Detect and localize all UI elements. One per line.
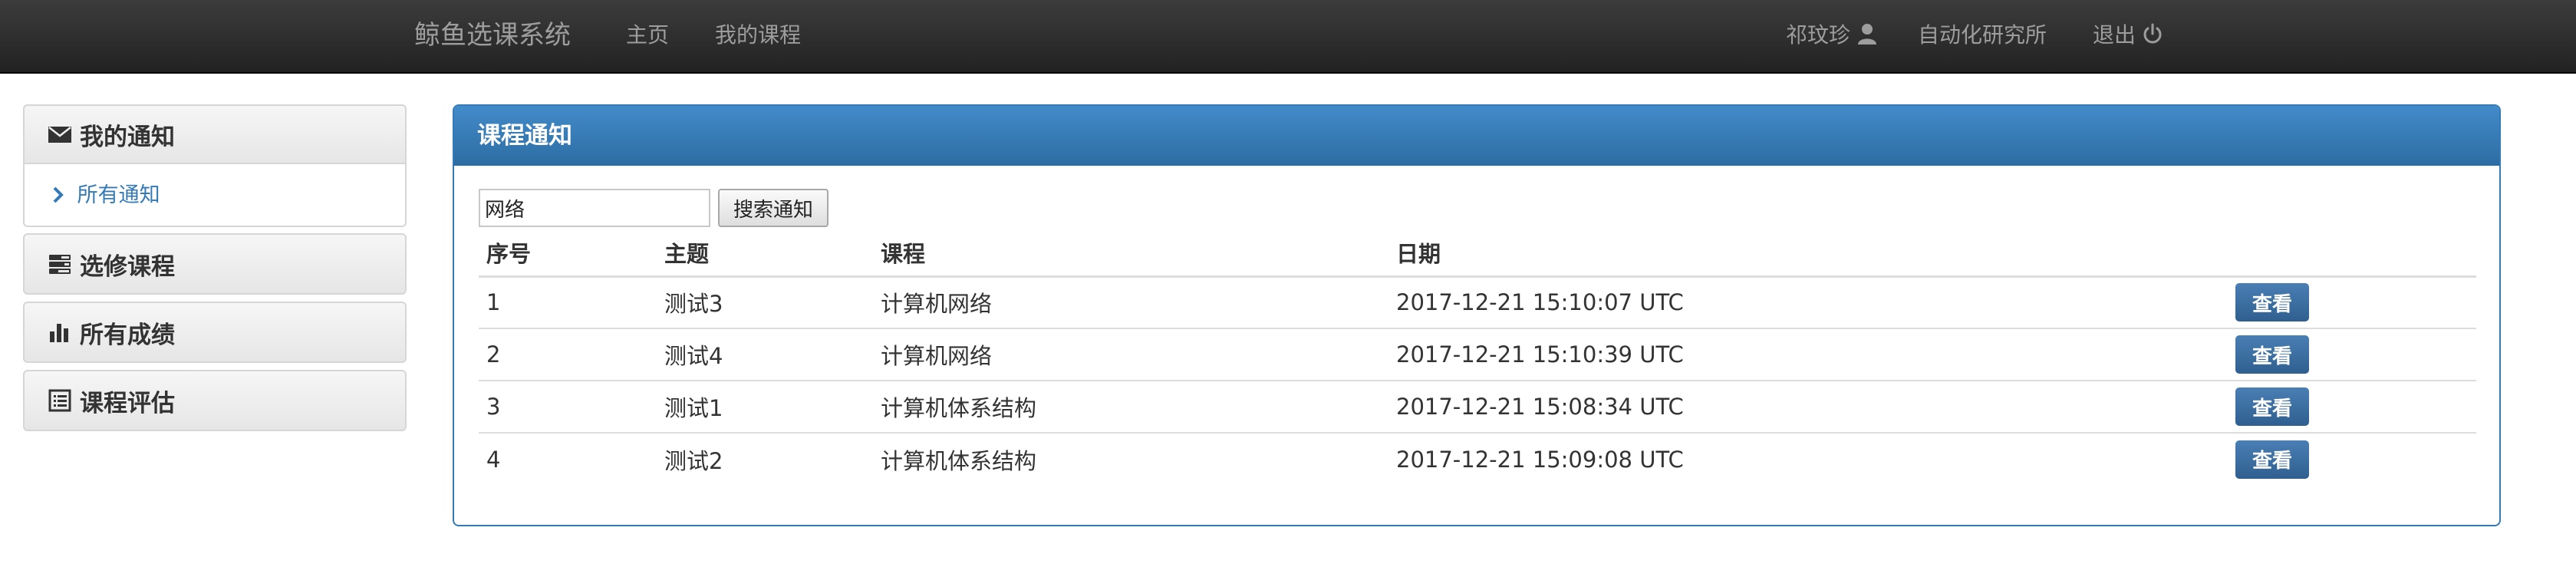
sidebar-item-label: 所有成绩 [80,321,175,349]
cell-course: 计算机网络 [873,275,1388,328]
cell-course: 计算机网络 [873,328,1388,381]
column-header-topic: 主题 [657,230,873,278]
nav-logout-link[interactable]: 退出 [2093,0,2163,74]
cell-action: 查看 [2228,328,2476,381]
sidebar-item-label: 课程评估 [80,389,175,417]
table-row: 1 测试3 计算机网络 2017-12-21 15:10:07 UTC 查看 [479,275,2476,328]
view-button[interactable]: 查看 [2235,335,2309,374]
sidebar-item-label: 我的通知 [80,123,175,151]
notifications-table: 序号 主题 课程 日期 1 测试3 计算机网络 2017-12-21 15:10… [479,230,2476,485]
user-icon [1857,24,1876,45]
list-alt-icon [48,389,71,412]
sidebar-notifications-group: 我的通知 所有通知 [23,104,407,227]
panel-title: 课程通知 [454,106,2499,166]
view-button[interactable]: 查看 [2235,387,2309,426]
sidebar-subitem-all-notifications[interactable]: 所有通知 [52,170,160,221]
search-notifications-button[interactable]: 搜索通知 [718,189,828,227]
table-header-row: 序号 主题 课程 日期 [479,230,2476,278]
brand-logo-text[interactable]: 鲸鱼选课系统 [414,0,571,74]
course-notifications-panel: 课程通知 搜索通知 序号 主题 课程 日期 1 测试3 计算机网络 2017-1… [453,104,2501,526]
cell-date: 2017-12-21 15:10:07 UTC [1388,275,2228,328]
cell-date: 2017-12-21 15:08:34 UTC [1388,380,2228,433]
cell-course: 计算机体系结构 [873,432,1388,485]
envelope-icon [48,127,71,143]
column-header-course: 课程 [873,230,1388,278]
bar-chart-icon [50,324,68,342]
cell-no: 4 [479,432,657,485]
search-input[interactable] [479,189,710,227]
view-button[interactable]: 查看 [2235,283,2309,322]
chevron-right-icon [53,186,64,203]
sidebar-item-label: 选修课程 [80,252,175,281]
cell-topic: 测试1 [657,380,873,433]
cell-no: 1 [479,275,657,328]
power-icon [2143,23,2162,44]
cell-topic: 测试4 [657,328,873,381]
sidebar-item-my-notifications[interactable]: 我的通知 [23,104,407,164]
user-name: 祁玟珍 [1786,22,1851,48]
tasks-icon [49,255,71,274]
sidebar-item-elective-courses[interactable]: 选修课程 [23,233,407,295]
nav-home-link[interactable]: 主页 [626,0,669,74]
sidebar-item-course-evaluation[interactable]: 课程评估 [23,370,407,431]
cell-no: 3 [479,380,657,433]
nav-my-courses-link[interactable]: 我的课程 [715,0,801,74]
sidebar-item-all-grades[interactable]: 所有成绩 [23,302,407,363]
cell-date: 2017-12-21 15:10:39 UTC [1388,328,2228,381]
nav-department-link[interactable]: 自动化研究所 [1918,0,2047,74]
cell-topic: 测试3 [657,275,873,328]
cell-action: 查看 [2228,275,2476,328]
sidebar-subitem-label: 所有通知 [77,183,160,207]
logout-label: 退出 [2093,22,2136,48]
table-row: 2 测试4 计算机网络 2017-12-21 15:10:39 UTC 查看 [479,328,2476,381]
table-row: 4 测试2 计算机体系结构 2017-12-21 15:09:08 UTC 查看 [479,432,2476,485]
nav-user-link[interactable]: 祁玟珍 [1786,0,1877,74]
column-header-action [2228,230,2476,278]
cell-topic: 测试2 [657,432,873,485]
cell-action: 查看 [2228,380,2476,433]
column-header-no: 序号 [479,230,657,278]
top-navbar: 鲸鱼选课系统 主页 我的课程 祁玟珍 自动化研究所 退出 [0,0,2576,74]
cell-date: 2017-12-21 15:09:08 UTC [1388,432,2228,485]
cell-no: 2 [479,328,657,381]
view-button[interactable]: 查看 [2235,440,2309,479]
cell-action: 查看 [2228,432,2476,485]
column-header-date: 日期 [1388,230,2228,278]
table-row: 3 测试1 计算机体系结构 2017-12-21 15:08:34 UTC 查看 [479,380,2476,433]
cell-course: 计算机体系结构 [873,380,1388,433]
